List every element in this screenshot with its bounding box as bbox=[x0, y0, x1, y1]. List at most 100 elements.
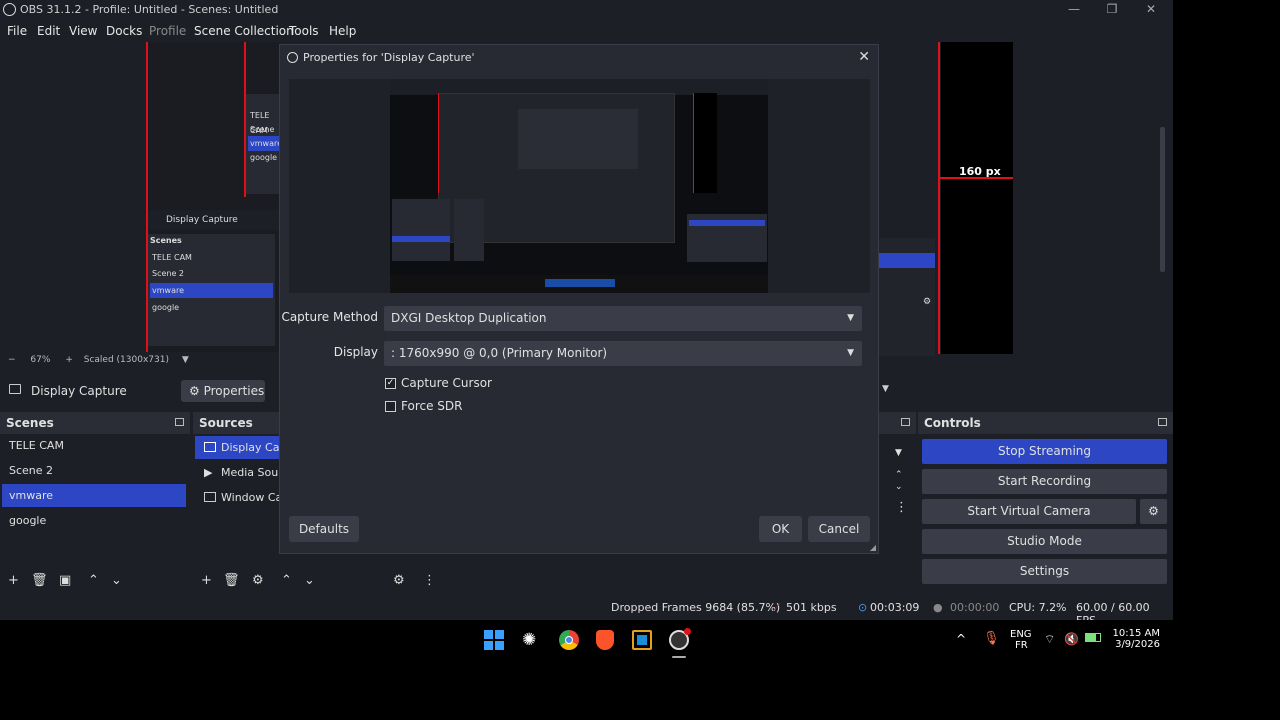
wifi-icon[interactable]: ⌔ bbox=[1044, 632, 1055, 647]
menu-tools[interactable]: Tools bbox=[289, 24, 319, 38]
controls-dock-title: Controls bbox=[924, 416, 981, 430]
language-indicator[interactable]: ENG FR bbox=[1010, 629, 1032, 651]
zoom-controls[interactable]: − 67% + Scaled (1300x731) ▼ bbox=[8, 355, 189, 365]
capture-method-label: Capture Method bbox=[281, 310, 378, 324]
float-dock-icon[interactable] bbox=[901, 418, 910, 426]
chevron-down-icon[interactable]: ⌄ bbox=[111, 573, 122, 588]
gear-icon[interactable]: ⚙ bbox=[252, 573, 264, 588]
ok-button[interactable]: OK bbox=[759, 516, 802, 542]
scene-item-vmware[interactable]: vmware bbox=[2, 484, 186, 507]
menu-scene-collection[interactable]: Scene Collection bbox=[194, 24, 294, 38]
network-icon: ⟋ bbox=[773, 601, 781, 614]
scaled-label: Scaled (1300x731) bbox=[83, 355, 169, 365]
chevron-down-icon[interactable]: ⌄ bbox=[304, 573, 315, 588]
chevron-up-icon[interactable]: ⌃ bbox=[895, 470, 903, 480]
start-recording-button[interactable]: Start Recording bbox=[922, 469, 1167, 494]
chevron-down-icon[interactable]: ▼ bbox=[895, 448, 902, 458]
start-virtual-camera-button[interactable]: Start Virtual Camera bbox=[922, 499, 1136, 524]
menu-dots-icon[interactable]: ⋮ bbox=[895, 500, 908, 515]
mini-scenes-header: Scenes bbox=[150, 236, 182, 245]
obs-taskbar-icon[interactable] bbox=[669, 628, 691, 650]
mini-scene-item: TELE CAM bbox=[250, 111, 270, 135]
mini-scene-item: Scene 2 bbox=[250, 125, 275, 149]
minimize-button[interactable]: — bbox=[1062, 2, 1086, 16]
trash-icon[interactable]: 🗑 bbox=[223, 573, 240, 588]
microphone-icon[interactable]: 🎙 bbox=[983, 631, 1000, 646]
gear-icon: ⚙ bbox=[1148, 504, 1159, 518]
file-explorer-icon[interactable] bbox=[632, 630, 652, 650]
gear-icon[interactable]: ⚙ bbox=[393, 573, 405, 588]
cancel-button[interactable]: Cancel bbox=[808, 516, 870, 542]
virtual-camera-settings-button[interactable]: ⚙ bbox=[1140, 499, 1167, 524]
display-select[interactable]: : 1760x990 @ 0,0 (Primary Monitor) ▼ bbox=[384, 341, 862, 366]
scenes-dock-header: Scenes bbox=[0, 412, 190, 434]
preview-scrollbar[interactable] bbox=[1160, 127, 1165, 272]
battery-icon[interactable] bbox=[1085, 633, 1101, 642]
menu-file[interactable]: File bbox=[7, 24, 27, 38]
force-sdr-label[interactable]: Force SDR bbox=[401, 399, 462, 413]
studio-mode-button[interactable]: Studio Mode bbox=[922, 529, 1167, 554]
scene-item-tele-cam[interactable]: TELE CAM bbox=[2, 434, 186, 457]
scene-item-google[interactable]: google bbox=[2, 509, 186, 532]
close-button[interactable]: ✕ bbox=[1139, 2, 1163, 16]
settings-button[interactable]: Settings bbox=[922, 559, 1167, 584]
trash-icon[interactable]: 🗑 bbox=[31, 573, 48, 588]
status-bar: Dropped Frames 9684 (85.7%) ⟋ 501 kbps ⊙… bbox=[0, 598, 1173, 627]
capture-thumbnail bbox=[390, 79, 768, 293]
capture-cursor-label[interactable]: Capture Cursor bbox=[401, 376, 492, 390]
language-primary: ENG bbox=[1010, 629, 1032, 640]
capture-cursor-checkbox[interactable]: ✓ bbox=[385, 378, 396, 389]
chevron-down-icon: ▼ bbox=[847, 348, 854, 358]
resize-grip-icon[interactable]: ◢ bbox=[870, 543, 876, 552]
chevron-down-icon: ▼ bbox=[847, 313, 854, 323]
mini-scene-item: google bbox=[152, 303, 180, 312]
clock[interactable]: 10:15 AM 3/9/2026 bbox=[1110, 628, 1160, 650]
chevron-down-icon[interactable]: ⌄ bbox=[895, 482, 903, 492]
windows-start-icon[interactable] bbox=[484, 630, 504, 650]
menu-edit[interactable]: Edit bbox=[37, 24, 60, 38]
gear-icon: ⚙ bbox=[189, 384, 200, 398]
stop-streaming-button[interactable]: Stop Streaming bbox=[922, 439, 1167, 464]
controls-dock-header: Controls bbox=[918, 412, 1173, 434]
add-icon[interactable]: + bbox=[8, 573, 19, 588]
scene-item-scene-2[interactable]: Scene 2 bbox=[2, 459, 186, 482]
menu-view[interactable]: View bbox=[69, 24, 97, 38]
float-dock-icon[interactable] bbox=[1158, 418, 1167, 426]
force-sdr-checkbox[interactable] bbox=[385, 401, 396, 412]
language-secondary: FR bbox=[1015, 640, 1028, 651]
menu-help[interactable]: Help bbox=[329, 24, 356, 38]
brave-icon[interactable] bbox=[596, 630, 614, 650]
source-item-label: Display Cap bbox=[221, 441, 287, 454]
menu-docks[interactable]: Docks bbox=[106, 24, 142, 38]
defaults-button[interactable]: Defaults bbox=[289, 516, 359, 542]
float-dock-icon[interactable] bbox=[175, 418, 184, 426]
chevron-down-icon[interactable]: ▼ bbox=[882, 384, 889, 394]
windows-taskbar: ✺ ^ 🎙 ENG FR ⌔ 🔇 10:15 AM 3/9/2026 bbox=[0, 620, 1280, 660]
cpu-usage: CPU: 7.2% bbox=[1009, 601, 1067, 614]
window-title: OBS 31.1.2 - Profile: Untitled - Scenes:… bbox=[20, 3, 279, 16]
add-icon[interactable]: + bbox=[201, 573, 212, 588]
chevron-up-icon[interactable]: ⌃ bbox=[88, 573, 99, 588]
source-item-label: Media Sour bbox=[221, 466, 283, 479]
menu-profile[interactable]: Profile bbox=[149, 24, 186, 38]
properties-label: Properties bbox=[203, 384, 265, 398]
obs-logo-icon bbox=[3, 3, 16, 16]
chrome-icon[interactable] bbox=[559, 630, 579, 650]
mini-scenes-panel: TELE CAM Scene 2 vmware google bbox=[246, 94, 282, 194]
properties-button[interactable]: ⚙ Properties bbox=[181, 380, 265, 402]
menu-dots-icon[interactable]: ⋮ bbox=[423, 573, 436, 588]
bitrate: 501 kbps bbox=[786, 601, 837, 614]
maximize-button[interactable]: ❐ bbox=[1100, 2, 1124, 16]
filter-icon[interactable]: ▣ bbox=[59, 573, 71, 588]
mini-scenes-dock: Scenes TELE CAM Scene 2 vmware google bbox=[148, 234, 275, 346]
monitor-icon bbox=[9, 384, 21, 394]
close-icon[interactable]: ✕ bbox=[858, 49, 870, 65]
chevron-up-icon[interactable]: ⌃ bbox=[281, 573, 292, 588]
mini-scene-item: google bbox=[250, 153, 278, 162]
capture-method-select[interactable]: DXGI Desktop Duplication ▼ bbox=[384, 306, 862, 331]
speaker-muted-icon[interactable]: 🔇 bbox=[1064, 632, 1079, 646]
clock-time: 10:15 AM bbox=[1112, 628, 1160, 639]
mini-scene-item: Scene 2 bbox=[152, 269, 185, 278]
chatgpt-icon[interactable]: ✺ bbox=[522, 630, 542, 650]
chevron-up-icon[interactable]: ^ bbox=[956, 632, 966, 646]
